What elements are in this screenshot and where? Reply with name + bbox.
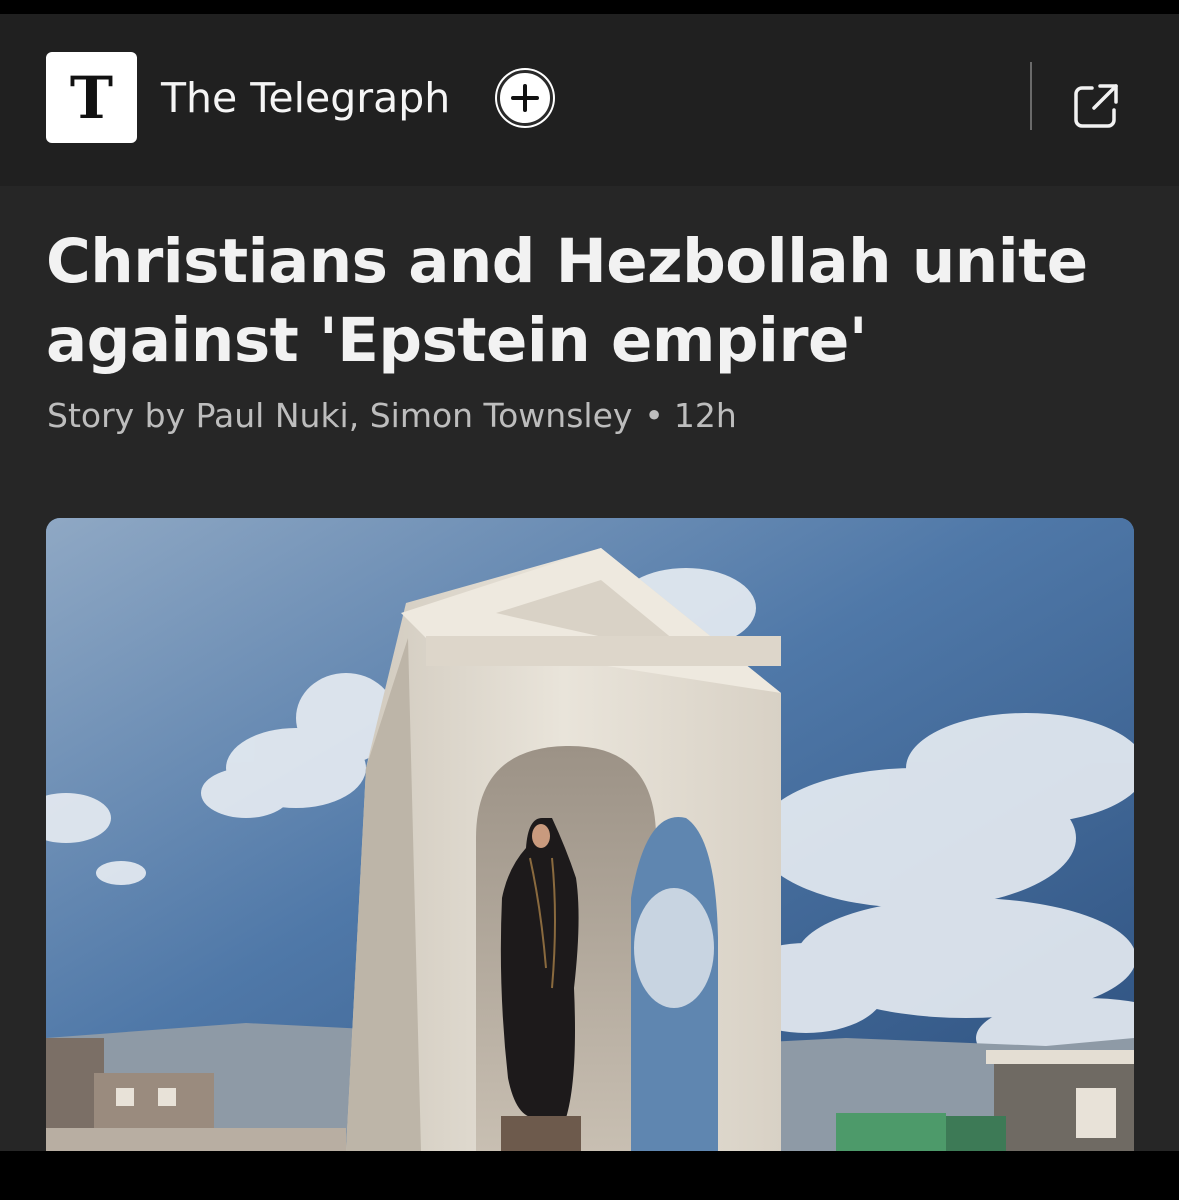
article-hero-image[interactable] bbox=[46, 518, 1134, 1151]
byline-separator: • bbox=[644, 396, 664, 435]
byline-time: 12h bbox=[673, 396, 737, 435]
shrine-photo-illustration bbox=[46, 518, 1134, 1151]
bottom-edge bbox=[0, 1151, 1179, 1200]
telegraph-logo-icon: T bbox=[69, 63, 114, 132]
external-link-icon bbox=[1074, 84, 1118, 128]
header-divider bbox=[1030, 62, 1032, 130]
publisher-logo[interactable]: T bbox=[46, 52, 137, 143]
plus-icon bbox=[511, 84, 539, 112]
article-headline[interactable]: Christians and Hezbollah unite against '… bbox=[46, 222, 1136, 380]
byline-authors: Story by Paul Nuki, Simon Townsley bbox=[47, 396, 633, 435]
publisher-name[interactable]: The Telegraph bbox=[161, 72, 450, 124]
publisher-header: T The Telegraph bbox=[0, 14, 1179, 186]
open-in-browser-button[interactable] bbox=[1070, 80, 1122, 132]
app-frame: T The Telegraph Christians and Hezbollah… bbox=[0, 0, 1179, 1200]
article-byline: Story by Paul Nuki, Simon Townsley • 12h bbox=[47, 392, 737, 440]
follow-button[interactable] bbox=[497, 70, 553, 126]
